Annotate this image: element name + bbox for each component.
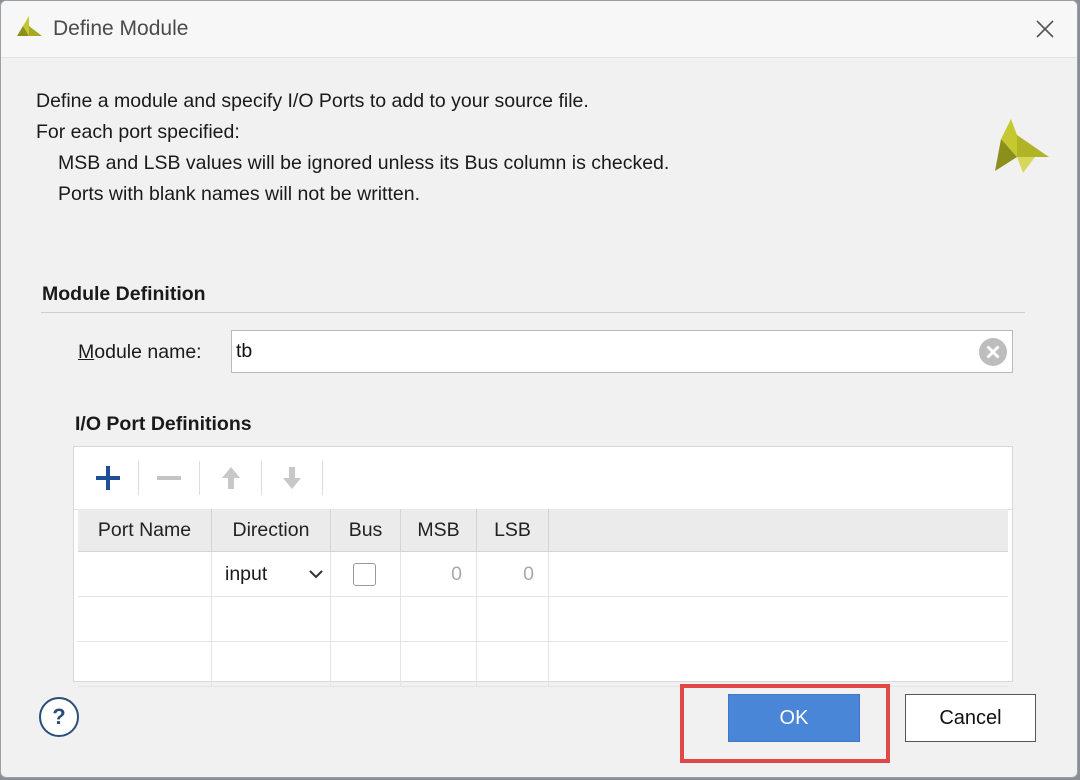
toolbar-separator [322, 461, 323, 495]
io-port-table-panel: Port Name Direction Bus MSB LSB input 0 [73, 446, 1013, 687]
column-header-port-name[interactable]: Port Name [78, 509, 212, 551]
module-name-label: Module name: [78, 341, 202, 364]
move-down-button[interactable] [272, 458, 312, 498]
direction-value: input [225, 563, 268, 585]
port-name-cell[interactable] [78, 552, 212, 596]
column-header-direction[interactable]: Direction [212, 509, 331, 551]
module-name-input[interactable] [236, 335, 966, 368]
title-bar: Define Module [1, 1, 1077, 58]
app-logo-icon [17, 16, 42, 36]
empty-cell [477, 597, 549, 641]
close-icon [1036, 20, 1054, 38]
module-name-label-text: odule name: [94, 341, 202, 363]
table-row [78, 642, 1008, 687]
empty-cell [78, 597, 212, 641]
cancel-button[interactable]: Cancel [905, 694, 1036, 742]
close-button[interactable] [1025, 9, 1065, 49]
toolbar-separator [199, 461, 200, 495]
empty-cell [331, 642, 401, 686]
empty-cell [212, 597, 331, 641]
section-divider [41, 312, 1025, 313]
module-definition-heading: Module Definition [42, 283, 206, 305]
empty-cell [78, 642, 212, 686]
port-toolbar [74, 447, 1012, 510]
toolbar-separator [261, 461, 262, 495]
move-down-icon [283, 467, 301, 489]
column-header-msb[interactable]: MSB [401, 509, 477, 551]
mnemonic-letter: M [78, 341, 95, 363]
description-line: MSB and LSB values will be ignored unles… [58, 152, 670, 174]
chevron-down-icon [309, 570, 323, 579]
bus-checkbox[interactable] [353, 563, 376, 586]
add-icon [96, 466, 120, 490]
remove-port-button[interactable] [149, 458, 189, 498]
vivado-logo-icon [995, 119, 1049, 173]
table-row[interactable]: input 0 0 [78, 552, 1008, 597]
move-up-button[interactable] [211, 458, 251, 498]
remove-icon [157, 476, 181, 480]
empty-cell [331, 597, 401, 641]
empty-cell [212, 642, 331, 686]
table-row [78, 597, 1008, 642]
window-title: Define Module [53, 17, 189, 40]
description: Define a module and specify I/O Ports to… [36, 86, 669, 210]
move-up-icon [222, 467, 240, 489]
table-header: Port Name Direction Bus MSB LSB [78, 509, 1008, 552]
msb-cell[interactable]: 0 [401, 552, 477, 596]
direction-select[interactable]: input [212, 552, 331, 596]
ok-button[interactable]: OK [728, 694, 860, 742]
help-button[interactable]: ? [39, 697, 79, 737]
add-port-button[interactable] [88, 458, 128, 498]
bus-cell [331, 552, 401, 596]
toolbar-separator [138, 461, 139, 495]
empty-cell [401, 642, 477, 686]
lsb-cell[interactable]: 0 [477, 552, 549, 596]
column-header-lsb[interactable]: LSB [477, 509, 549, 551]
io-port-definitions-heading: I/O Port Definitions [75, 413, 252, 435]
column-header-bus[interactable]: Bus [331, 509, 401, 551]
description-line: Define a module and specify I/O Ports to… [36, 90, 589, 112]
module-name-field[interactable] [231, 330, 1013, 373]
empty-cell [401, 597, 477, 641]
empty-cell [477, 642, 549, 686]
description-line: Ports with blank names will not be writt… [58, 183, 420, 205]
description-line: For each port specified: [36, 121, 240, 143]
clear-icon[interactable] [978, 337, 1008, 367]
define-module-dialog: Define Module Define a module and specif… [0, 0, 1078, 778]
